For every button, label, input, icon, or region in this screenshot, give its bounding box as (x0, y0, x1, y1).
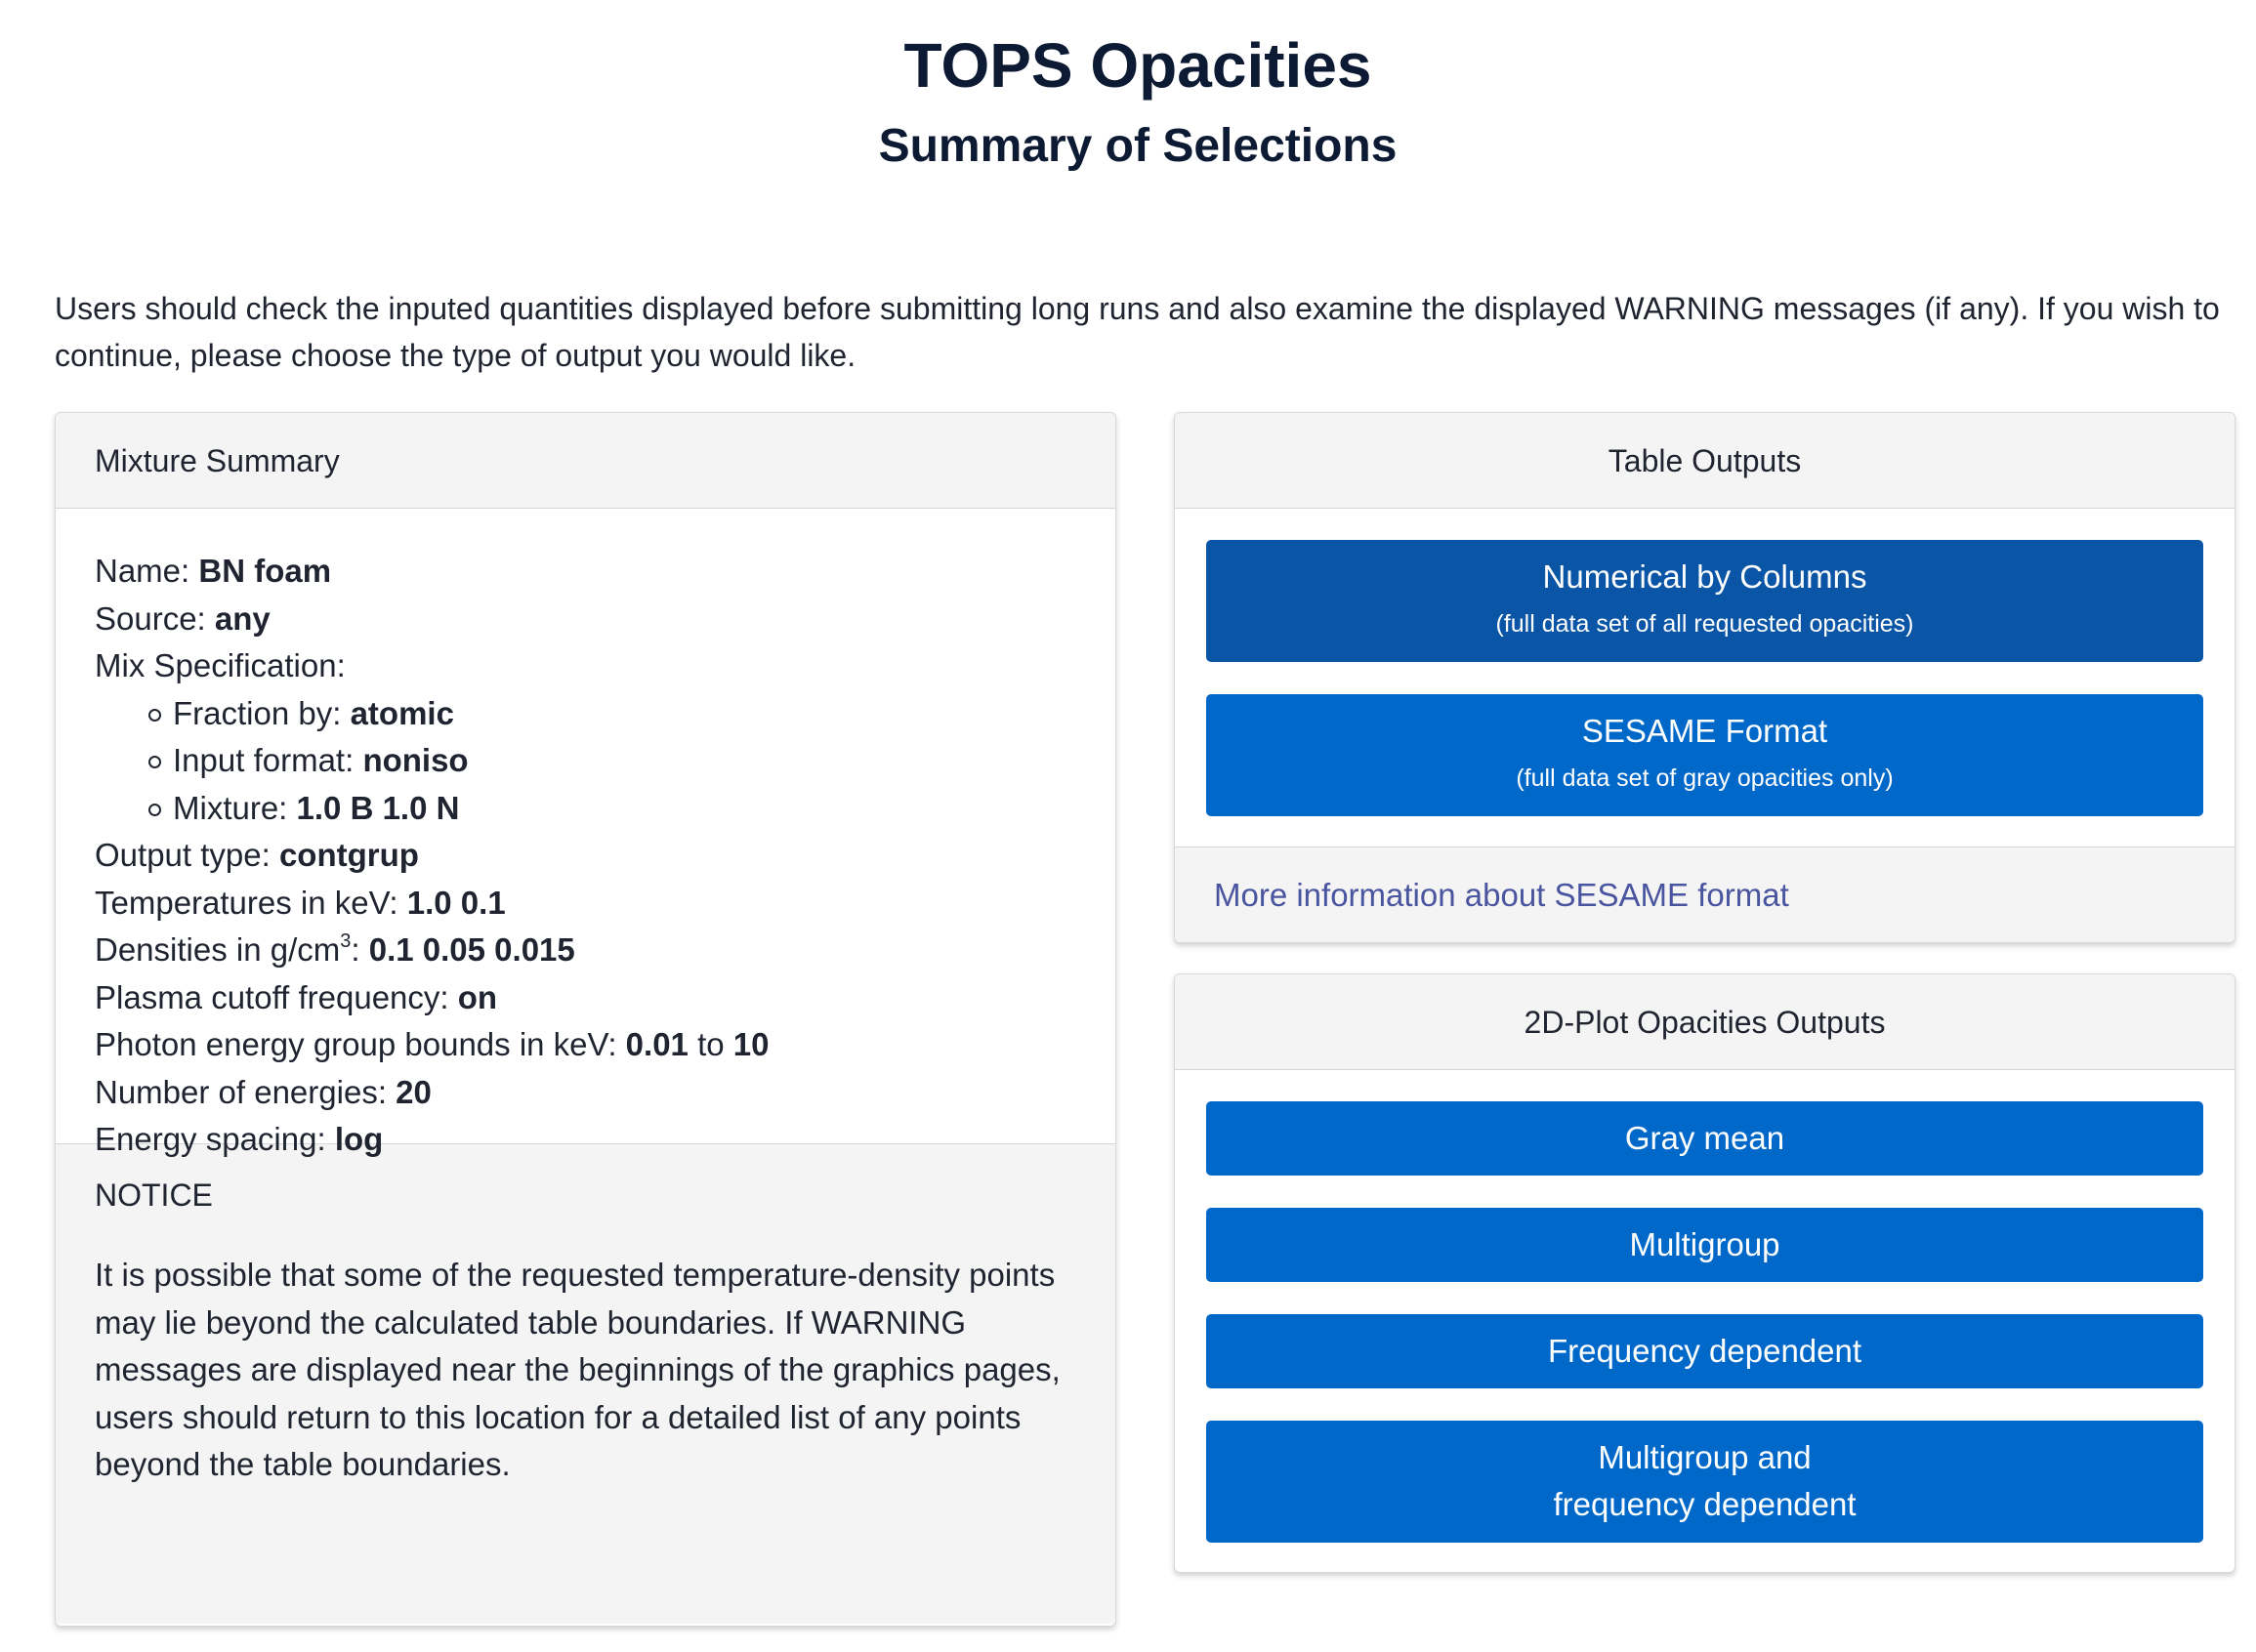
num-energies-label: Number of energies: (95, 1073, 397, 1110)
numerical-by-columns-button[interactable]: Numerical by Columns (full data set of a… (1206, 540, 2203, 662)
page: TOPS Opacities Summary of Selections Use… (0, 0, 2256, 1652)
multi-freq-label-line1: Multigroup and (1598, 1439, 1812, 1475)
notice-text: It is possible that some of the requeste… (95, 1257, 1061, 1482)
page-title: TOPS Opacities (903, 30, 1372, 101)
spacing-value: log (334, 1121, 384, 1157)
mixture-row: Mixture: 1.0 B 1.0 N (95, 785, 1076, 833)
input-format-row: Input format: noniso (95, 737, 1076, 785)
plot-outputs-buttons: Gray mean Multigroup Frequency dependent… (1175, 1070, 2235, 1543)
table-outputs-footer: More information about SESAME format (1175, 847, 2235, 942)
name-value: BN foam (198, 553, 332, 589)
notice-title: NOTICE (95, 1177, 213, 1213)
sesame-button-sublabel: (full data set of gray opacities only) (1516, 764, 1894, 792)
temperatures-row: Temperatures in keV: 1.0 0.1 (95, 880, 1076, 928)
multi-freq-label-line2: frequency dependent (1553, 1486, 1857, 1522)
source-value: any (214, 599, 271, 637)
output-type-value: contgrup (278, 837, 419, 873)
gray-mean-button[interactable]: Gray mean (1206, 1101, 2203, 1176)
numerical-button-label: Numerical by Columns (1542, 558, 1867, 595)
output-type-row: Output type: contgrup (95, 832, 1076, 880)
densities-row: Densities in g/cm3: 0.1 0.05 0.015 (95, 927, 1076, 974)
multigroup-and-frequency-button[interactable]: Multigroup and frequency dependent (1206, 1421, 2203, 1543)
frequency-dependent-button[interactable]: Frequency dependent (1206, 1314, 2203, 1388)
plot-outputs-header: 2D-Plot Opacities Outputs (1175, 974, 2235, 1070)
photon-to: to (688, 1026, 733, 1062)
output-type-label: Output type: (95, 837, 279, 873)
mixture-summary-card: Mixture Summary Name: BN foam Source: an… (55, 412, 1116, 1627)
notice-section: NOTICE It is possible that some of the r… (56, 1143, 1115, 1624)
temperatures-value: 1.0 0.1 (406, 884, 506, 921)
name-label: Name: (95, 553, 199, 589)
input-format-label: Input format: (173, 742, 363, 778)
temperatures-label: Temperatures in keV: (95, 884, 407, 921)
intro-text: Users should check the inputed quantitie… (55, 291, 2220, 373)
densities-value: 0.1 0.05 0.015 (368, 931, 575, 968)
multigroup-button[interactable]: Multigroup (1206, 1208, 2203, 1282)
mixture-summary-body: Name: BN foam Source: any Mix Specificat… (56, 509, 1115, 1157)
num-energies-row: Number of energies: 20 (95, 1069, 1076, 1117)
num-energies-value: 20 (396, 1073, 432, 1110)
source-row: Source: any (95, 596, 1076, 643)
sesame-format-button[interactable]: SESAME Format (full data set of gray opa… (1206, 694, 2203, 816)
table-outputs-buttons: Numerical by Columns (full data set of a… (1175, 509, 2235, 816)
fraction-label: Fraction by: (173, 694, 351, 731)
plasma-label: Plasma cutoff frequency: (95, 978, 458, 1015)
densities-label: Densities in g/cm (95, 931, 341, 968)
photon-high: 10 (732, 1026, 770, 1062)
mix-spec-label: Mix Specification: (95, 647, 346, 683)
spacing-label: Energy spacing: (95, 1121, 335, 1157)
numerical-button-sublabel: (full data set of all requested opacitie… (1495, 610, 1914, 638)
mixture-value: 1.0 B 1.0 N (296, 789, 460, 826)
fraction-row: Fraction by: atomic (95, 690, 1076, 738)
table-outputs-header: Table Outputs (1175, 413, 2235, 509)
mix-spec-row: Mix Specification: (95, 642, 1076, 690)
page-subtitle: Summary of Selections (878, 120, 1398, 172)
table-outputs-card: Table Outputs Numerical by Columns (full… (1174, 412, 2235, 943)
plasma-value: on (457, 978, 498, 1015)
plasma-row: Plasma cutoff frequency: on (95, 974, 1076, 1022)
photon-low: 0.01 (625, 1026, 689, 1062)
input-format-value: noniso (362, 742, 469, 778)
densities-colon: : (351, 931, 369, 968)
mixture-summary-header: Mixture Summary (56, 413, 1115, 509)
photon-bounds-row: Photon energy group bounds in keV: 0.01 … (95, 1021, 1076, 1069)
sesame-info-link[interactable]: More information about SESAME format (1214, 877, 1789, 913)
name-row: Name: BN foam (95, 548, 1076, 596)
plot-outputs-card: 2D-Plot Opacities Outputs Gray mean Mult… (1174, 973, 2235, 1573)
sesame-button-label: SESAME Format (1581, 713, 1828, 749)
photon-label: Photon energy group bounds in keV: (95, 1026, 626, 1062)
densities-exponent: 3 (340, 930, 352, 952)
source-label: Source: (95, 599, 215, 637)
mixture-label: Mixture: (173, 789, 297, 826)
fraction-value: atomic (350, 694, 454, 731)
